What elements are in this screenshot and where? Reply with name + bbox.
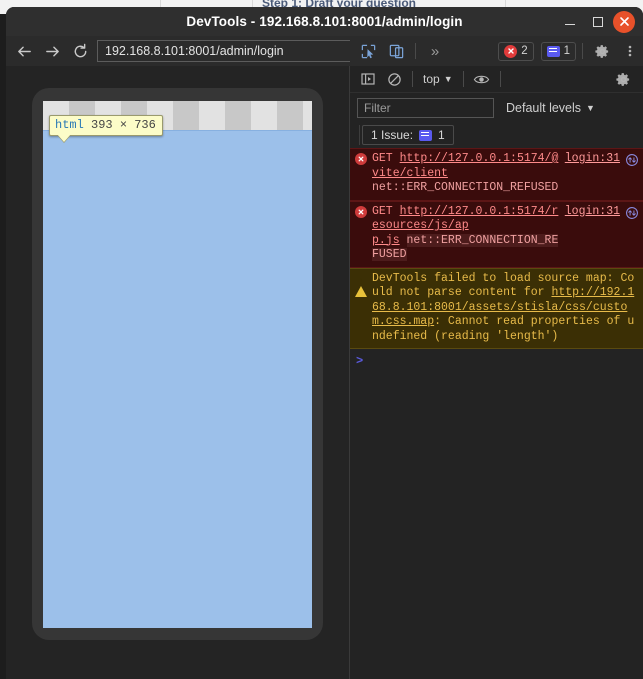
clear-console-button[interactable] xyxy=(382,68,406,90)
clear-console-icon xyxy=(387,72,401,86)
device-viewport[interactable]: html 393 × 736 xyxy=(43,101,312,628)
console-levels-dropdown[interactable]: Default levels ▼ xyxy=(506,101,595,115)
element-highlight-tooltip: html 393 × 736 xyxy=(49,115,163,136)
issues-count: 1 xyxy=(438,128,445,142)
source-location-link[interactable]: login:31 xyxy=(565,152,620,167)
close-button[interactable] xyxy=(613,10,635,33)
back-arrow-icon xyxy=(17,46,31,56)
network-error-detail: net::ERR_CONNECTION_REFUSED xyxy=(372,181,559,194)
live-expression-button[interactable] xyxy=(470,68,494,90)
highlight-dimensions: 393 × 736 xyxy=(91,118,156,132)
forward-arrow-icon xyxy=(45,46,59,56)
error-badge xyxy=(355,153,367,165)
request-url-line3[interactable]: p.js xyxy=(372,234,400,247)
console-message-text: GET http://127.0.0.1:5174/resources/js/a… xyxy=(372,205,560,263)
chevron-down-icon: ▼ xyxy=(586,102,595,113)
error-icon xyxy=(355,205,367,218)
window-title: DevTools - 192.168.8.101:8001/admin/logi… xyxy=(186,14,463,29)
source-location-link[interactable]: login:31 xyxy=(565,205,620,220)
devtools-main-toolbar: » 2 1 xyxy=(350,36,643,66)
error-badge xyxy=(355,205,367,218)
toolbar-divider xyxy=(415,43,416,59)
reload-icon xyxy=(74,43,86,57)
chevron-down-icon: ▼ xyxy=(443,74,453,84)
error-count-badge[interactable]: 2 xyxy=(498,41,534,61)
message-count-badge[interactable]: 1 xyxy=(540,41,576,61)
forward-button[interactable] xyxy=(38,38,66,64)
message-icon xyxy=(419,129,433,141)
console-context-selector[interactable]: top ▼ xyxy=(419,72,457,86)
http-method: GET xyxy=(372,204,393,218)
console-settings-button[interactable] xyxy=(611,68,635,90)
error-icon xyxy=(355,153,367,165)
message-icon xyxy=(546,45,560,57)
issues-bar-wrapper: 1 Issue: 1 xyxy=(359,125,454,145)
console-sidebar-button[interactable] xyxy=(356,68,380,90)
console-levels-label: Default levels xyxy=(506,100,582,115)
console-filter-input[interactable]: Filter xyxy=(357,97,494,118)
toggle-device-toolbar-button[interactable] xyxy=(383,39,409,63)
console-input-prompt[interactable]: > xyxy=(350,349,643,373)
close-icon xyxy=(619,17,629,26)
request-url-line1[interactable]: http://127.0.0.1: xyxy=(400,205,517,218)
console-message-warning-1[interactable]: DevTools failed to load source map: Coul… xyxy=(350,267,643,349)
highlight-tooltip-arrow xyxy=(57,134,71,142)
gear-icon xyxy=(615,72,629,86)
prompt-chevron-icon: > xyxy=(356,354,364,368)
back-button[interactable] xyxy=(10,38,38,64)
toolbar-divider-2 xyxy=(582,43,583,59)
url-input[interactable]: 192.168.8.101:8001/admin/login xyxy=(97,40,359,62)
more-panels-button[interactable]: » xyxy=(422,39,448,63)
error-count-label: 2 xyxy=(521,45,528,57)
console-toolbar-divider-3 xyxy=(499,71,501,87)
console-message-error-2[interactable]: GET http://127.0.0.1:5174/resources/js/a… xyxy=(350,200,643,268)
console-issues-row: 1 Issue: 1 xyxy=(350,122,643,148)
request-url-line1[interactable]: http://127.0.0.1: xyxy=(400,152,517,165)
issues-label: 1 Issue: xyxy=(371,128,414,142)
issues-chip[interactable]: 1 Issue: 1 xyxy=(362,125,454,145)
device-toolbar-icon xyxy=(389,44,403,58)
error-icon xyxy=(504,44,518,58)
live-expression-icon xyxy=(473,75,490,83)
console-toolbar: top ▼ xyxy=(350,66,643,93)
maximize-button[interactable] xyxy=(585,9,611,35)
console-message-error-1[interactable]: GET http://127.0.0.1:5174/@vite/client ne… xyxy=(350,148,643,201)
console-filter-row: Filter Default levels ▼ xyxy=(350,93,643,122)
http-method: GET xyxy=(372,152,393,165)
device-emulation-pane: html 393 × 736 xyxy=(6,66,350,679)
reload-button[interactable] xyxy=(66,38,94,64)
window-titlebar[interactable]: DevTools - 192.168.8.101:8001/admin/logi… xyxy=(6,7,643,36)
console-panel: top ▼ Filter Default levels ▼ 1 Issue: 1… xyxy=(350,66,643,679)
console-sidebar-icon xyxy=(361,73,375,85)
gear-icon xyxy=(594,44,608,58)
warning-icon xyxy=(355,272,367,297)
highlight-tag-name: html xyxy=(55,118,84,132)
console-message-text: DevTools failed to load source map: Coul… xyxy=(372,272,639,345)
network-request-icon[interactable] xyxy=(625,153,639,173)
device-frame: html 393 × 736 xyxy=(32,88,323,640)
inspect-element-button[interactable] xyxy=(355,39,381,63)
console-message-text: GET http://127.0.0.1:5174/@vite/client ne… xyxy=(372,152,560,196)
message-count-label: 1 xyxy=(563,45,570,57)
network-request-icon[interactable] xyxy=(625,206,639,226)
minimize-button[interactable] xyxy=(557,9,583,35)
window-controls xyxy=(557,7,639,36)
devtools-more-options-button[interactable] xyxy=(617,39,643,63)
inspect-cursor-icon xyxy=(361,44,375,58)
network-error-detail: net::ERR_CONNECTION_REFUSED xyxy=(372,233,559,261)
warning-badge xyxy=(355,272,367,297)
devtools-settings-button[interactable] xyxy=(589,39,615,63)
devtools-window: DevTools - 192.168.8.101:8001/admin/logi… xyxy=(6,7,643,679)
console-context-label: top xyxy=(423,72,440,86)
kebab-menu-icon xyxy=(628,45,632,57)
console-toolbar-divider xyxy=(412,71,413,87)
console-toolbar-divider-2 xyxy=(462,71,464,87)
